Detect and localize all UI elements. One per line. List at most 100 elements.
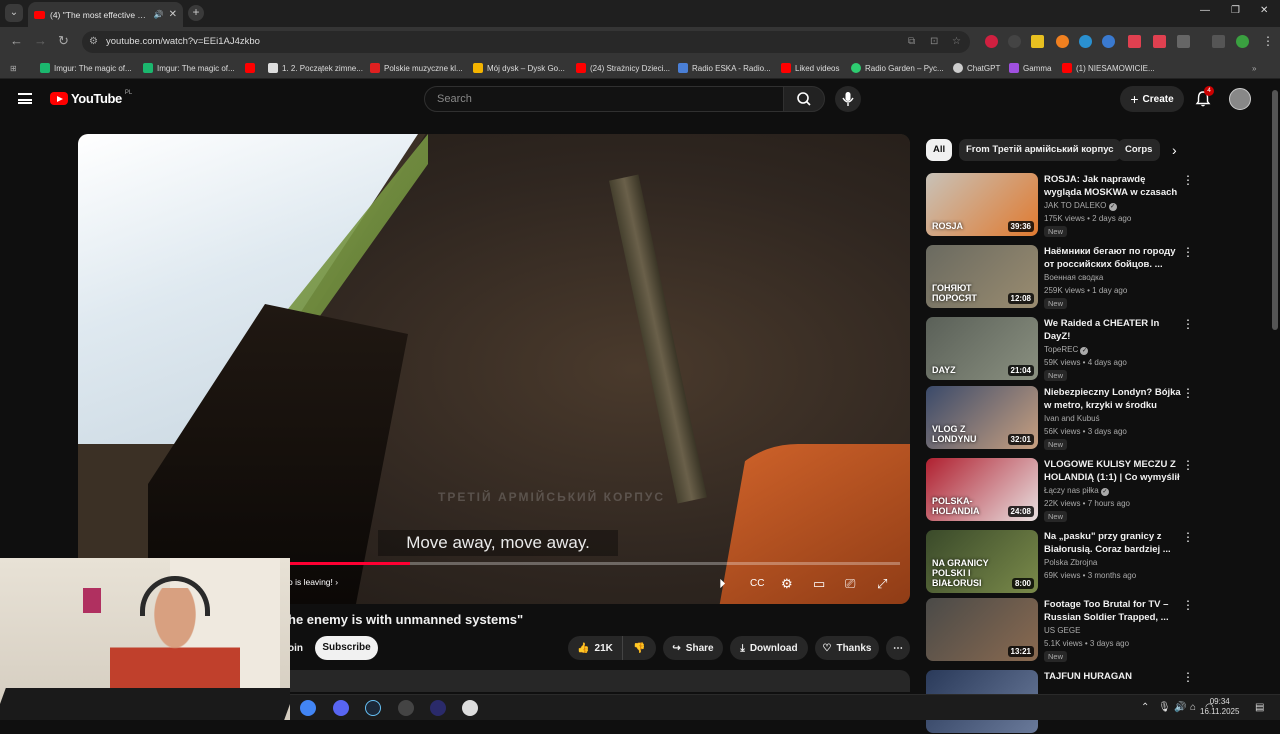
recommendation-item[interactable]: NA GRANICY POLSKI I BIAŁORUSI 8:00 Na „pas… — [926, 530, 1206, 594]
bookmark-item[interactable] — [245, 61, 259, 75]
app-taskbar-icon[interactable] — [430, 700, 446, 716]
install-icon[interactable]: ⊡ — [930, 31, 938, 53]
chapter-label[interactable]: o is leaving! › — [288, 577, 338, 587]
recommendation-title[interactable]: Niebezpieczny Londyn? Bójka w metro, krz… — [1044, 386, 1182, 412]
volume-tray-icon[interactable]: 🔊 — [1174, 702, 1186, 713]
bookmark-item[interactable]: ChatGPT — [953, 61, 1000, 75]
cast-icon[interactable]: ⎚ — [845, 576, 855, 592]
subscribe-button[interactable]: Subscribe — [315, 636, 378, 660]
reload-icon[interactable]: ↻ — [58, 33, 69, 49]
video-thumbnail[interactable]: POLSKA-HOLANDIA 24:08 — [926, 458, 1038, 521]
video-player[interactable]: ТРЕТІЙ АРМІЙСЬКИЙ КОРПУС Move away, move… — [78, 134, 910, 604]
bookmark-item[interactable]: Radio ESKA - Radio... — [678, 61, 771, 75]
bookmark-item[interactable]: Mój dysk – Dysk Go... — [473, 61, 565, 75]
video-thumbnail[interactable]: ГОНЯЮТ ПОРОСЯТ 12:08 — [926, 245, 1038, 308]
browser-menu-icon[interactable]: ⋮ — [1262, 34, 1274, 48]
create-button[interactable]: + Create — [1120, 86, 1184, 112]
extension-red-icon[interactable] — [1128, 35, 1141, 48]
network-tray-icon[interactable]: ⌂ — [1190, 702, 1196, 713]
autoplay-toggle[interactable]: ⏵ — [719, 576, 726, 592]
dislike-button[interactable]: 👎 — [622, 636, 656, 660]
chip-corps[interactable]: Corps — [1118, 139, 1160, 161]
menu-icon[interactable] — [18, 93, 32, 104]
recommendation-item[interactable]: ГОНЯЮТ ПОРОСЯТ 12:08 Наёмники бегают по го… — [926, 245, 1206, 309]
tray-chevron-icon[interactable]: ⌃ — [1141, 702, 1149, 713]
recommendation-item[interactable]: ROSJA 39:36 ROSJA: Jak naprawdę wygląda MO… — [926, 173, 1206, 237]
bookmark-item[interactable]: 1. 2. Początek zimne... — [268, 61, 363, 75]
close-window-button[interactable]: ✕ — [1260, 5, 1268, 16]
bookmark-item[interactable]: Polskie muzyczne kl... — [370, 61, 463, 75]
tab-close-icon[interactable]: ✕ — [169, 9, 177, 20]
mouse-app-taskbar-icon[interactable] — [462, 700, 478, 716]
system-clock[interactable]: 09:34 16.11.2025 — [1200, 697, 1239, 717]
chip-from-channel[interactable]: From Третій армійський корпус — [959, 139, 1121, 161]
youtube-logo[interactable]: YouTube PL — [50, 90, 132, 106]
channel-name[interactable]: Polska Zbrojna — [1044, 558, 1097, 567]
download-button[interactable]: ⤓ Download — [730, 636, 808, 660]
voice-search-button[interactable] — [835, 86, 861, 112]
more-vert-icon[interactable]: ⋮ — [1182, 530, 1194, 544]
site-info-icon[interactable]: ⚙ — [89, 31, 98, 53]
channel-name[interactable]: JAK TO DALEKO ✓ — [1044, 201, 1117, 211]
channel-name[interactable]: Военная сводка — [1044, 273, 1103, 282]
progress-bar[interactable] — [288, 562, 900, 565]
notification-center-icon[interactable]: ▤ — [1255, 702, 1264, 713]
new-tab-button[interactable]: + — [188, 5, 204, 21]
extension-bird-icon[interactable] — [1102, 35, 1115, 48]
video-thumbnail[interactable]: NA GRANICY POLSKI I BIAŁORUSI 8:00 — [926, 530, 1038, 593]
search-button[interactable] — [783, 86, 825, 112]
recommendation-title[interactable]: Наёмники бегают по городу от российских … — [1044, 245, 1182, 271]
bookmark-item[interactable]: Imgur: The magic of... — [40, 61, 132, 75]
more-actions-button[interactable]: ⋯ — [886, 636, 910, 660]
more-vert-icon[interactable]: ⋮ — [1182, 386, 1194, 400]
join-button[interactable]: oin — [288, 643, 303, 654]
more-vert-icon[interactable]: ⋮ — [1182, 245, 1194, 259]
reading-list-icon[interactable] — [1212, 35, 1225, 48]
extension-game-icon[interactable] — [1008, 35, 1021, 48]
recommendation-item[interactable]: POLSKA-HOLANDIA 24:08 VLOGOWE KULISY MECZU… — [926, 458, 1206, 522]
more-vert-icon[interactable]: ⋮ — [1182, 458, 1194, 472]
thanks-button[interactable]: ♡ Thanks — [815, 636, 879, 660]
theater-mode-icon[interactable]: ▭ — [813, 576, 825, 592]
chevron-right-icon[interactable]: › — [1172, 142, 1177, 158]
recommendation-title[interactable]: VLOGOWE KULISY MECZU Z HOLANDIĄ (1:1) | … — [1044, 458, 1182, 484]
speaker-icon[interactable]: 🔊 — [154, 10, 164, 19]
chrome-taskbar-icon[interactable] — [300, 700, 316, 716]
back-arrow-icon[interactable]: ← — [10, 33, 23, 48]
bookmark-item[interactable]: Liked videos — [781, 61, 839, 75]
forward-arrow-icon[interactable]: → — [34, 33, 47, 48]
bookmark-item[interactable]: (24) Strażnicy Dzieci... — [576, 61, 670, 75]
tab-search-button[interactable]: ⌄ — [5, 4, 23, 22]
more-bookmarks-icon[interactable]: » — [1252, 61, 1256, 75]
more-vert-icon[interactable]: ⋮ — [1182, 598, 1194, 612]
video-thumbnail[interactable]: 13:21 — [926, 598, 1038, 661]
captions-icon[interactable]: CC — [750, 578, 764, 589]
extension-firefox-icon[interactable] — [1056, 35, 1069, 48]
search-input[interactable]: Search — [424, 86, 784, 112]
more-vert-icon[interactable]: ⋮ — [1182, 173, 1194, 187]
share-button[interactable]: ↪ Share — [663, 636, 723, 660]
restore-button[interactable]: ❐ — [1231, 5, 1240, 16]
recommendation-title[interactable]: ROSJA: Jak naprawdę wygląda MOSKWA w cza… — [1044, 173, 1182, 199]
recommendation-title[interactable]: TAJFUN HURAGAN — [1044, 670, 1182, 683]
recommendation-title[interactable]: Na „pasku" przy granicy z Białorusią. Co… — [1044, 530, 1182, 556]
channel-name[interactable]: TopeREC ✓ — [1044, 345, 1089, 355]
bookmark-item[interactable]: Radio Garden – Pyc... — [851, 61, 944, 75]
recommendation-item[interactable]: VLOG Z LONDYNU 32:01 Niebezpieczny Londyn?… — [926, 386, 1206, 450]
video-thumbnail[interactable]: DAYZ 21:04 — [926, 317, 1038, 380]
bookmark-star-icon[interactable]: ☆ — [952, 31, 961, 53]
extension-badge-icon[interactable] — [1153, 35, 1166, 48]
video-thumbnail[interactable]: VLOG Z LONDYNU 32:01 — [926, 386, 1038, 449]
extensions-puzzle-icon[interactable] — [1177, 35, 1190, 48]
more-vert-icon[interactable]: ⋮ — [1182, 670, 1194, 684]
channel-name[interactable]: Ivan and Kubuś — [1044, 414, 1100, 423]
extension-skype-icon[interactable] — [1079, 35, 1092, 48]
chip-all[interactable]: All — [926, 139, 953, 161]
channel-name[interactable]: US GEGE — [1044, 626, 1080, 635]
video-thumbnail[interactable]: ROSJA 39:36 — [926, 173, 1038, 236]
recommendation-title[interactable]: We Raided a CHEATER In DayZ! — [1044, 317, 1182, 343]
settings-gear-icon[interactable]: ⚙ — [781, 576, 793, 592]
recommendation-item[interactable]: 13:21 Footage Too Brutal for TV – Russian… — [926, 598, 1206, 662]
channel-name[interactable]: Łączy nas piłka ✓ — [1044, 486, 1109, 496]
address-bar[interactable]: ⚙ youtube.com/watch?v=EEi1AJ4zkbo ⧉ ⊡ ☆ — [82, 31, 970, 53]
